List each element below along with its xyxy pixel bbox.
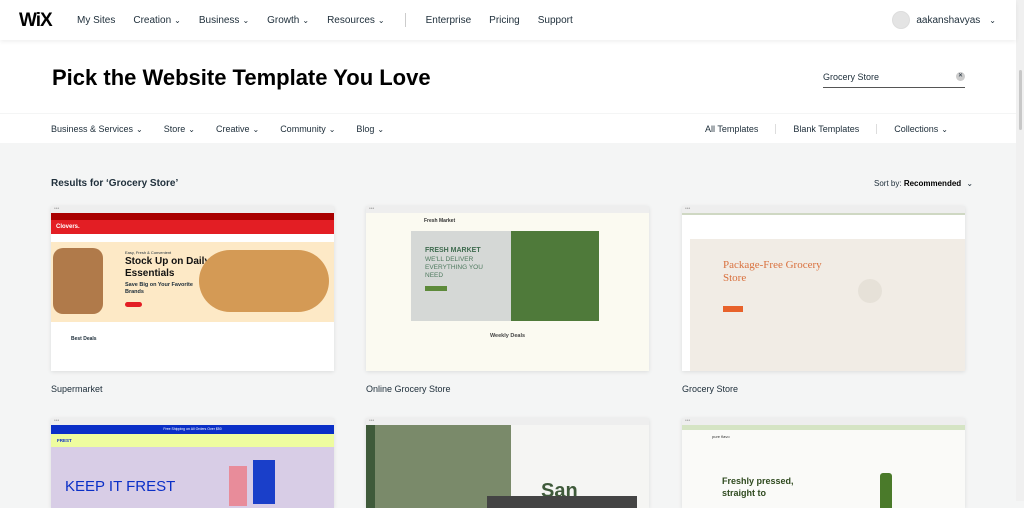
thumb-sub: Save Big on Your Favorite Brands	[125, 282, 193, 295]
chevron-down-icon: ⌄	[941, 125, 948, 134]
collections-menu[interactable]: Collections ⌄	[876, 124, 965, 134]
category-store[interactable]: Store ⌄	[164, 124, 195, 134]
category-bar: Business & Services ⌄ Store ⌄ Creative ⌄ Co…	[0, 114, 1016, 143]
category-label: Blog	[356, 124, 375, 134]
thumb-banner: Free Shipping on All Orders Over $50	[51, 425, 334, 434]
browser-dots: •••	[682, 206, 965, 213]
thumb-headline: KEEP IT FREST	[65, 478, 176, 495]
nav-support[interactable]: Support	[538, 15, 573, 27]
category-creative[interactable]: Creative ⌄	[216, 124, 259, 134]
thumb-brand: pure flavo	[712, 434, 730, 439]
chevron-down-icon: ⌄	[136, 125, 143, 134]
nav-label: Creation	[133, 15, 172, 26]
collections-label: Collections	[894, 124, 939, 134]
chevron-down-icon: ⌄	[302, 16, 310, 25]
template-name[interactable]: Online Grocery Store	[366, 384, 451, 394]
nav-label: Business	[198, 15, 240, 26]
template-name[interactable]: Grocery Store	[682, 384, 738, 394]
page-title: Pick the Website Template You Love	[52, 65, 431, 90]
browser-dots: •••	[366, 418, 649, 425]
nav-label: Resources	[327, 15, 375, 26]
browser-dots: •••	[682, 418, 965, 425]
thumb-brand: FREST	[51, 434, 334, 447]
username: aakanshavyas	[916, 14, 981, 26]
chevron-down-icon: ⌄	[188, 125, 195, 134]
blank-templates-link[interactable]: Blank Templates	[775, 124, 876, 134]
chevron-down-icon: ⌄	[252, 125, 260, 134]
avatar	[892, 11, 911, 29]
thumb-sub: WE'LL DELIVER EVERYTHING YOU NEED	[425, 256, 483, 279]
thumb-brand: Fresh Market	[424, 218, 456, 224]
wix-logo[interactable]: WiX	[19, 10, 53, 32]
template-name[interactable]: Supermarket	[51, 384, 103, 394]
category-label: Creative	[215, 124, 250, 134]
category-label: Community	[280, 124, 326, 134]
category-label: Business & Services	[51, 124, 134, 134]
thumb-headline: Package-Free Grocery Store	[723, 259, 822, 284]
thumb-headline: FRESH MARKET	[425, 247, 481, 254]
thumb-headline: Freshly pressed, straight to	[722, 476, 794, 498]
chevron-down-icon: ⌄	[966, 179, 974, 188]
main-nav: My Sites Creation ⌄ Business ⌄ Growth ⌄ Res…	[77, 13, 573, 27]
hero: Pick the Website Template You Love Groce…	[0, 40, 1016, 113]
nav-label: Growth	[267, 15, 300, 26]
nav-business[interactable]: Business ⌄	[199, 15, 249, 27]
browser-dots: •••	[366, 206, 649, 213]
thumb-tag: Easy, Fresh & Convenient	[125, 250, 172, 255]
all-templates-link[interactable]: All Templates	[688, 124, 775, 134]
user-menu[interactable]: aakanshavyas ⌄	[892, 11, 996, 29]
sort-label: Sort by:	[874, 179, 902, 188]
nav-divider	[404, 13, 406, 27]
category-blog[interactable]: Blog ⌄	[356, 124, 384, 134]
browser-dots: •••	[51, 418, 334, 425]
sort-dropdown[interactable]: Sort by: Recommended ⌄	[874, 179, 973, 188]
top-header: WiX My Sites Creation ⌄ Business ⌄ Growth ⌄…	[0, 0, 1016, 40]
nav-resources[interactable]: Resources ⌄	[327, 15, 385, 27]
clear-search-icon[interactable]: ✕	[956, 72, 965, 81]
category-label: Store	[163, 124, 186, 134]
search-value: Grocery Store	[823, 72, 880, 82]
category-community[interactable]: Community ⌄	[280, 124, 335, 134]
template-card-grocery-store[interactable]: ••• Package-Free Grocery Store	[682, 206, 965, 371]
chevron-down-icon: ⌄	[242, 16, 250, 25]
results-heading: Results for ‘Grocery Store’	[51, 178, 179, 189]
browser-dots: •••	[51, 206, 334, 213]
nav-my-sites[interactable]: My Sites	[77, 15, 115, 27]
template-card-frest[interactable]: ••• Free Shipping on All Orders Over $50…	[51, 418, 334, 508]
thumb-section: Weekly Deals	[489, 333, 526, 339]
nav-enterprise[interactable]: Enterprise	[426, 15, 472, 27]
thumb-section: Best Deals	[71, 336, 97, 342]
thumb-hero: Easy, Fresh & Convenient Stock Up on Dai…	[51, 242, 334, 322]
nav-pricing[interactable]: Pricing	[489, 15, 520, 27]
template-card-online-grocery-store[interactable]: ••• Fresh Market FRESH MARKET WE'LL DELI…	[366, 206, 649, 371]
nav-growth[interactable]: Growth ⌄	[267, 15, 309, 27]
chevron-down-icon: ⌄	[377, 16, 385, 25]
template-card-san[interactable]: ••• San	[366, 418, 649, 508]
template-card-pure-flavor[interactable]: ••• pure flavo Freshly pressed, straight…	[682, 418, 965, 508]
template-card-supermarket[interactable]: ••• Clovers. Easy, Fresh & Convenient St…	[51, 206, 334, 371]
thumb-hero: FRESH MARKET WE'LL DELIVER EVERYTHING YO…	[411, 231, 599, 321]
scrollbar-thumb[interactable]	[1019, 70, 1022, 130]
chevron-down-icon: ⌄	[328, 125, 336, 134]
top-strip	[51, 213, 334, 220]
thumb-hero: Package-Free Grocery Store	[690, 239, 965, 371]
chevron-down-icon: ⌄	[377, 125, 385, 134]
nav-label: My Sites	[77, 15, 116, 26]
thumb-brand: Clovers.	[51, 220, 334, 234]
page-scrollbar[interactable]	[1016, 0, 1024, 501]
chevron-down-icon: ⌄	[989, 15, 996, 25]
nav-creation[interactable]: Creation ⌄	[133, 15, 181, 27]
category-business-services[interactable]: Business & Services ⌄	[51, 124, 143, 134]
sort-value: Recommended	[903, 179, 962, 188]
search-input[interactable]: Grocery Store ✕	[823, 68, 965, 88]
chevron-down-icon: ⌄	[174, 16, 181, 25]
